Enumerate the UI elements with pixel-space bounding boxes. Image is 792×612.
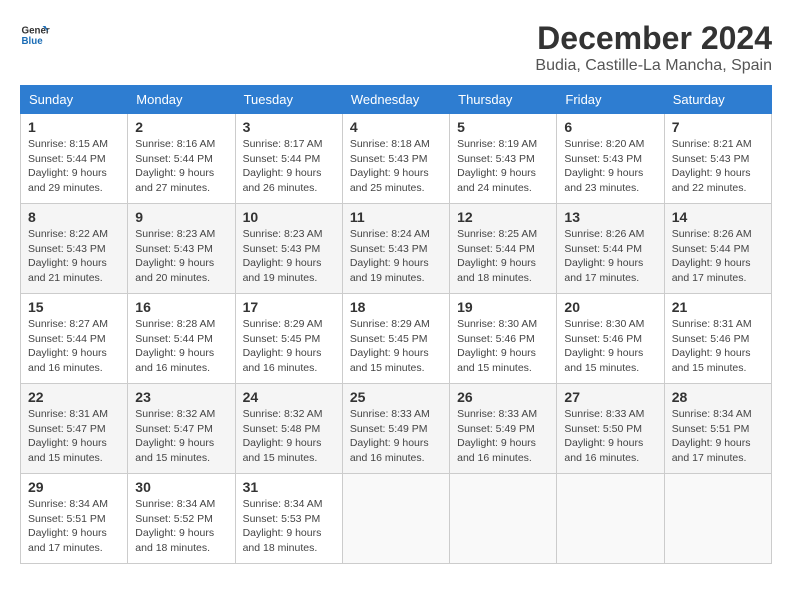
table-row: 15Sunrise: 8:27 AMSunset: 5:44 PMDayligh…: [21, 294, 128, 384]
table-row: 20Sunrise: 8:30 AMSunset: 5:46 PMDayligh…: [557, 294, 664, 384]
table-row: 13Sunrise: 8:26 AMSunset: 5:44 PMDayligh…: [557, 204, 664, 294]
page-header: General Blue December 2024 Budia, Castil…: [20, 20, 772, 75]
col-wednesday: Wednesday: [342, 86, 449, 114]
table-row: 18Sunrise: 8:29 AMSunset: 5:45 PMDayligh…: [342, 294, 449, 384]
table-row: 26Sunrise: 8:33 AMSunset: 5:49 PMDayligh…: [450, 384, 557, 474]
table-row: 6Sunrise: 8:20 AMSunset: 5:43 PMDaylight…: [557, 114, 664, 204]
logo: General Blue: [20, 20, 50, 50]
table-row: 23Sunrise: 8:32 AMSunset: 5:47 PMDayligh…: [128, 384, 235, 474]
table-row: 8Sunrise: 8:22 AMSunset: 5:43 PMDaylight…: [21, 204, 128, 294]
table-row: 5Sunrise: 8:19 AMSunset: 5:43 PMDaylight…: [450, 114, 557, 204]
table-row: 9Sunrise: 8:23 AMSunset: 5:43 PMDaylight…: [128, 204, 235, 294]
col-thursday: Thursday: [450, 86, 557, 114]
table-row: 27Sunrise: 8:33 AMSunset: 5:50 PMDayligh…: [557, 384, 664, 474]
col-sunday: Sunday: [21, 86, 128, 114]
calendar-table: Sunday Monday Tuesday Wednesday Thursday…: [20, 85, 772, 564]
table-row: 22Sunrise: 8:31 AMSunset: 5:47 PMDayligh…: [21, 384, 128, 474]
table-row: 4Sunrise: 8:18 AMSunset: 5:43 PMDaylight…: [342, 114, 449, 204]
logo-icon: General Blue: [20, 20, 50, 50]
table-row: 24Sunrise: 8:32 AMSunset: 5:48 PMDayligh…: [235, 384, 342, 474]
location-title: Budia, Castille-La Mancha, Spain: [535, 57, 772, 75]
table-row: 28Sunrise: 8:34 AMSunset: 5:51 PMDayligh…: [664, 384, 771, 474]
svg-text:Blue: Blue: [22, 36, 44, 47]
col-friday: Friday: [557, 86, 664, 114]
table-row: 12Sunrise: 8:25 AMSunset: 5:44 PMDayligh…: [450, 204, 557, 294]
table-row: 30Sunrise: 8:34 AMSunset: 5:52 PMDayligh…: [128, 474, 235, 564]
table-row: 14Sunrise: 8:26 AMSunset: 5:44 PMDayligh…: [664, 204, 771, 294]
table-row: [557, 474, 664, 564]
table-row: 17Sunrise: 8:29 AMSunset: 5:45 PMDayligh…: [235, 294, 342, 384]
table-row: 29Sunrise: 8:34 AMSunset: 5:51 PMDayligh…: [21, 474, 128, 564]
table-row: 7Sunrise: 8:21 AMSunset: 5:43 PMDaylight…: [664, 114, 771, 204]
table-row: [664, 474, 771, 564]
col-tuesday: Tuesday: [235, 86, 342, 114]
month-title: December 2024: [535, 20, 772, 57]
table-row: 25Sunrise: 8:33 AMSunset: 5:49 PMDayligh…: [342, 384, 449, 474]
table-row: [450, 474, 557, 564]
table-row: 31Sunrise: 8:34 AMSunset: 5:53 PMDayligh…: [235, 474, 342, 564]
table-row: 21Sunrise: 8:31 AMSunset: 5:46 PMDayligh…: [664, 294, 771, 384]
table-row: 11Sunrise: 8:24 AMSunset: 5:43 PMDayligh…: [342, 204, 449, 294]
table-row: 10Sunrise: 8:23 AMSunset: 5:43 PMDayligh…: [235, 204, 342, 294]
table-row: [342, 474, 449, 564]
table-row: 2Sunrise: 8:16 AMSunset: 5:44 PMDaylight…: [128, 114, 235, 204]
header-row: Sunday Monday Tuesday Wednesday Thursday…: [21, 86, 772, 114]
title-area: December 2024 Budia, Castille-La Mancha,…: [535, 20, 772, 75]
col-saturday: Saturday: [664, 86, 771, 114]
table-row: 19Sunrise: 8:30 AMSunset: 5:46 PMDayligh…: [450, 294, 557, 384]
table-row: 16Sunrise: 8:28 AMSunset: 5:44 PMDayligh…: [128, 294, 235, 384]
col-monday: Monday: [128, 86, 235, 114]
table-row: 3Sunrise: 8:17 AMSunset: 5:44 PMDaylight…: [235, 114, 342, 204]
table-row: 1Sunrise: 8:15 AMSunset: 5:44 PMDaylight…: [21, 114, 128, 204]
